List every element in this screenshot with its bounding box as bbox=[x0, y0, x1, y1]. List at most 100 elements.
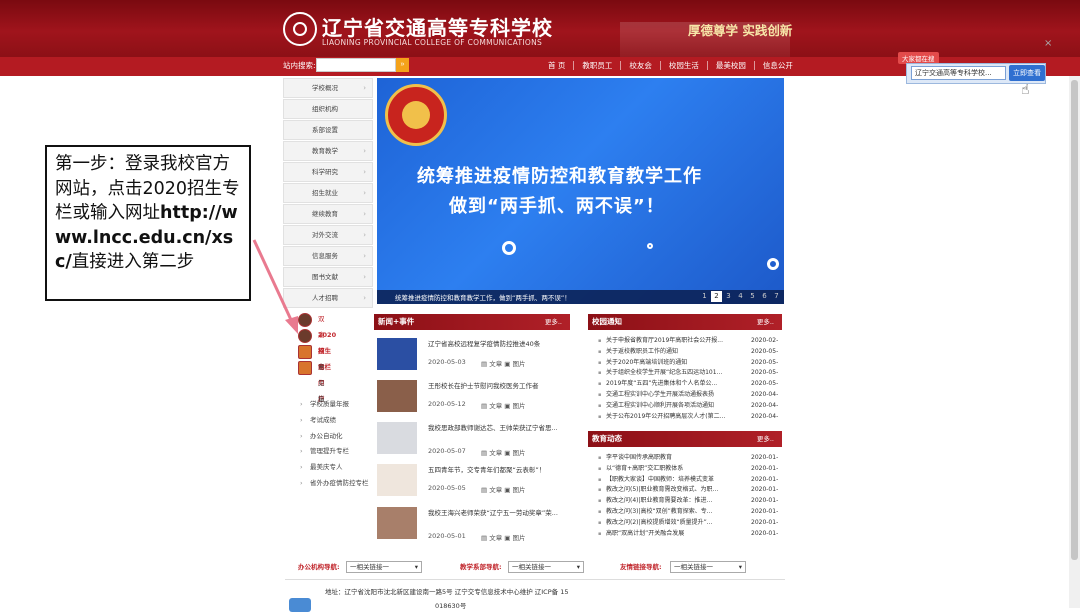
nav-home[interactable]: 首 页 bbox=[540, 61, 573, 70]
list-item[interactable]: 关于返校教职员工作的通知 2020-05- bbox=[596, 347, 781, 358]
news-title[interactable]: 李平谈中国传承高职教育 bbox=[606, 453, 741, 464]
sidebar-item-teaching[interactable]: 教育教学 › bbox=[283, 141, 373, 161]
pager-7[interactable]: 7 bbox=[771, 291, 782, 302]
news-date: 2020-01- bbox=[751, 497, 779, 505]
search-button[interactable]: » bbox=[396, 58, 409, 72]
news-thumbnail[interactable] bbox=[377, 338, 417, 370]
sidebar-item-library[interactable]: 图书文献 › bbox=[283, 267, 373, 287]
nav-info-public[interactable]: 信息公开 bbox=[753, 61, 801, 70]
news-title[interactable]: 教改之问(3)|高校“双创”教育探索、专... bbox=[606, 507, 741, 518]
news-title[interactable]: 我校王海兴老师荣获“辽宁五一劳动奖章”荣... bbox=[428, 509, 568, 518]
list-item[interactable]: 高职“双高计划”开关融合发展 2020-01- bbox=[596, 529, 781, 540]
notice-title[interactable]: 关于申报省教育厅2019年高职社会公开报... bbox=[606, 336, 741, 347]
quality-report-link[interactable]: 学校质量年报 bbox=[298, 397, 369, 413]
notice-title[interactable]: 关于公布2019年公开招聘高层次人才(第二... bbox=[606, 412, 741, 423]
pager-3[interactable]: 3 bbox=[723, 291, 734, 302]
news-title[interactable]: 辽宁省高校远程复学疫情防控推进40条 bbox=[428, 340, 568, 349]
nav-beautiful-campus[interactable]: 最美校园 bbox=[706, 61, 754, 70]
news-item[interactable]: 五四青年节，交专青年们都聚“云表彰”！ 2020-05-05 ▤ 文章 ▣ 图片 bbox=[377, 464, 577, 508]
news-more-link[interactable]: 更多.. bbox=[545, 314, 562, 330]
pager-6[interactable]: 6 bbox=[759, 291, 770, 302]
sidebar-item-continuing-edu[interactable]: 继续教育 › bbox=[283, 204, 373, 224]
news-item[interactable]: 我校思政部教师谢达芯、王帅荣获辽宁省思... 2020-05-07 ▤ 文章 ▣… bbox=[377, 422, 577, 466]
news-item[interactable]: 我校王海兴老师荣获“辽宁五一劳动奖章”荣... 2020-05-01 ▤ 文章 … bbox=[377, 507, 577, 551]
news-title[interactable]: 五四青年节，交专青年们都聚“云表彰”！ bbox=[428, 466, 568, 475]
list-item[interactable]: 关于公布2019年公开招聘高层次人才(第二... 2020-04- bbox=[596, 412, 781, 423]
management-link[interactable]: 管理提升专栏 bbox=[298, 444, 369, 460]
pager-5[interactable]: 5 bbox=[747, 291, 758, 302]
arrow-head bbox=[285, 316, 298, 334]
scrollbar-thumb[interactable] bbox=[1071, 80, 1078, 560]
chevron-right-icon: › bbox=[363, 147, 366, 155]
notices-more-link[interactable]: 更多.. bbox=[757, 314, 774, 330]
notice-title[interactable]: 关于组织全校学生开展“纪念五四运动101... bbox=[606, 368, 741, 379]
sidebar-item-recruitment[interactable]: 人才招聘 › bbox=[283, 288, 373, 308]
notice-title[interactable]: 2019年度“五四”先进集体和个人名单公... bbox=[606, 379, 741, 390]
news-date: 2020-05-01 bbox=[428, 532, 466, 540]
list-item[interactable]: 交通工程实训中心顺利开展各项活动通知 2020-04- bbox=[596, 401, 781, 412]
news-thumbnail[interactable] bbox=[377, 507, 417, 539]
view-now-button[interactable]: 立即查看 bbox=[1009, 65, 1045, 81]
news-title[interactable]: 王彤校长在护士节慰问我校医务工作者 bbox=[428, 382, 568, 391]
news-title[interactable]: 高职“双高计划”开关融合发展 bbox=[606, 529, 741, 540]
edu-news-more-link[interactable]: 更多.. bbox=[757, 431, 774, 447]
epidemic-link[interactable]: 省外办疫情防控专栏 bbox=[298, 476, 369, 492]
list-item[interactable]: 关于申报省教育厅2019年高职社会公开报... 2020-02- bbox=[596, 336, 781, 347]
exam-results-link[interactable]: 考试成绩 bbox=[298, 413, 369, 429]
hero-banner[interactable]: 统筹推进疫情防控和教育教学工作 做到“两手抓、两不误”！ 统筹推进疫情防控和教育… bbox=[377, 78, 784, 304]
list-item[interactable]: 教改之问(2)|高校提质增效“质量提升”... 2020-01- bbox=[596, 518, 781, 529]
sidebar-item-info-service[interactable]: 信息服务 › bbox=[283, 246, 373, 266]
office-nav-label: 办公机构导航: bbox=[298, 563, 340, 571]
list-item[interactable]: 教改之问(3)|高校“双创”教育探索、专... 2020-01- bbox=[596, 507, 781, 518]
nav-campus-life[interactable]: 校园生活 bbox=[659, 61, 707, 70]
news-title[interactable]: 教改之问(5)|职业教育需改变格式、为职... bbox=[606, 485, 741, 496]
hot-search-input[interactable]: 辽宁交通高等专科学校... bbox=[911, 66, 1006, 80]
nav-staff[interactable]: 教职员工 bbox=[573, 61, 620, 70]
notice-title[interactable]: 交通工程实训中心顺利开展各项活动通知 bbox=[606, 401, 741, 412]
news-title[interactable]: 以“德育+高职”交汇职教体系 bbox=[606, 464, 741, 475]
office-nav-select[interactable]: 一相关链接一 bbox=[346, 561, 422, 573]
list-item[interactable]: 以“德育+高职”交汇职教体系 2020-01- bbox=[596, 464, 781, 475]
sidebar-item-organization[interactable]: 组织机构 bbox=[283, 99, 373, 119]
sidebar-item-research[interactable]: 科学研究 › bbox=[283, 162, 373, 182]
list-item[interactable]: 关于2020年高端培训班的通知 2020-05- bbox=[596, 358, 781, 369]
news-title[interactable]: 教改之问(4)|职业教育需要改革：推进... bbox=[606, 496, 741, 507]
news-item[interactable]: 辽宁省高校远程复学疫情防控推进40条 2020-05-03 ▤ 文章 ▣ 图片 bbox=[377, 338, 577, 382]
news-thumbnail[interactable] bbox=[377, 380, 417, 412]
sidebar-item-about[interactable]: 学校概况 › bbox=[283, 78, 373, 98]
news-item[interactable]: 王彤校长在护士节慰问我校医务工作者 2020-05-12 ▤ 文章 ▣ 图片 bbox=[377, 380, 577, 424]
search-input[interactable] bbox=[316, 58, 396, 72]
news-thumbnail[interactable] bbox=[377, 464, 417, 496]
notice-title[interactable]: 关于返校教职员工作的通知 bbox=[606, 347, 741, 358]
best-people-link[interactable]: 最美庆专人 bbox=[298, 460, 369, 476]
friend-nav-select[interactable]: 一相关链接一 bbox=[670, 561, 746, 573]
dept-nav-select[interactable]: 一相关链接一 bbox=[508, 561, 584, 573]
banner-pager: 1 2 3 4 5 6 7 bbox=[698, 291, 782, 302]
office-automation-link[interactable]: 办公自动化 bbox=[298, 429, 369, 445]
sidebar-item-exchange[interactable]: 对外交流 › bbox=[283, 225, 373, 245]
list-item[interactable]: 【职教大家谈】中国教师：培养模式变革 2020-01- bbox=[596, 475, 781, 486]
pager-1[interactable]: 1 bbox=[699, 291, 710, 302]
nav-alumni[interactable]: 校友会 bbox=[620, 61, 660, 70]
pager-2[interactable]: 2 bbox=[711, 291, 722, 302]
sidebar-item-label: 对外交流 bbox=[312, 231, 338, 239]
news-thumbnail[interactable] bbox=[377, 422, 417, 454]
news-meta: ▤ 文章 ▣ 图片 bbox=[481, 402, 526, 410]
pager-4[interactable]: 4 bbox=[735, 291, 746, 302]
list-item[interactable]: 教改之问(4)|职业教育需要改革：推进... 2020-01- bbox=[596, 496, 781, 507]
news-title[interactable]: 我校思政部教师谢达芯、王帅荣获辽宁省思... bbox=[428, 424, 568, 433]
notice-title[interactable]: 关于2020年高端培训班的通知 bbox=[606, 358, 741, 369]
close-icon[interactable]: × bbox=[1044, 38, 1052, 49]
list-item[interactable]: 交通工程实训中心学生开展活动通报表扬 2020-04- bbox=[596, 390, 781, 401]
sidebar-item-departments[interactable]: 系部设置 bbox=[283, 120, 373, 140]
news-title[interactable]: 教改之问(2)|高校提质增效“质量提升”... bbox=[606, 518, 741, 529]
chevron-right-icon: › bbox=[363, 294, 366, 302]
list-item[interactable]: 教改之问(5)|职业教育需改变格式、为职... 2020-01- bbox=[596, 485, 781, 496]
list-item[interactable]: 关于组织全校学生开展“纪念五四运动101... 2020-05- bbox=[596, 368, 781, 379]
notice-title[interactable]: 交通工程实训中心学生开展活动通报表扬 bbox=[606, 390, 741, 401]
school-logo[interactable] bbox=[283, 12, 317, 46]
news-title[interactable]: 【职教大家谈】中国教师：培养模式变革 bbox=[606, 475, 741, 486]
list-item[interactable]: 李平谈中国传承高职教育 2020-01- bbox=[596, 453, 781, 464]
list-item[interactable]: 2019年度“五四”先进集体和个人名单公... 2020-05- bbox=[596, 379, 781, 390]
sidebar-item-admission[interactable]: 招生就业 › bbox=[283, 183, 373, 203]
